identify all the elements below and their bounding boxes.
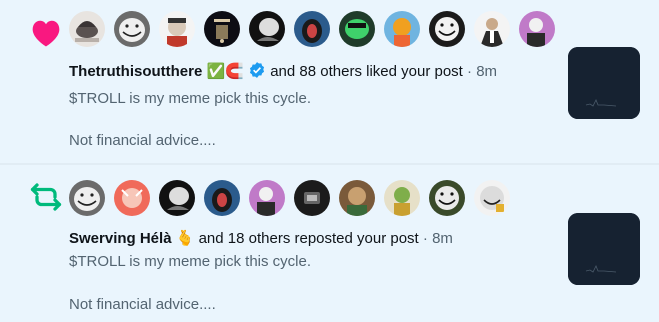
avatar[interactable]: [69, 180, 105, 216]
separator: ·: [422, 230, 428, 247]
avatar[interactable]: [429, 11, 465, 47]
post-text-line2: Not financial advice....: [69, 132, 216, 149]
avatar[interactable]: [294, 11, 330, 47]
action-text: and 88 others liked your post: [270, 63, 463, 80]
post-thumbnail[interactable]: [568, 47, 640, 119]
user-emoji: ✅🧲: [206, 63, 244, 81]
user-name[interactable]: Swerving Hélà: [69, 230, 172, 247]
avatar[interactable]: [249, 180, 285, 216]
avatar[interactable]: [69, 11, 105, 47]
avatar[interactable]: [429, 180, 465, 216]
action-text: and 18 others reposted your post: [198, 230, 419, 247]
post-text-line1: $TROLL is my meme pick this cycle.: [69, 253, 311, 270]
repost-notification[interactable]: Swerving Hélà 🫰 and 18 others reposted y…: [0, 165, 659, 322]
avatar[interactable]: [204, 11, 240, 47]
avatar[interactable]: [114, 180, 150, 216]
avatar[interactable]: [114, 11, 150, 47]
post-thumbnail[interactable]: [568, 213, 640, 285]
verified-badge-icon: [248, 60, 266, 84]
avatar[interactable]: [204, 180, 240, 216]
repost-summary: Swerving Hélà 🫰 and 18 others reposted y…: [69, 227, 453, 251]
post-text-line1: $TROLL is my meme pick this cycle.: [69, 90, 311, 107]
avatar[interactable]: [519, 11, 555, 47]
avatar[interactable]: [249, 11, 285, 47]
timestamp[interactable]: 8m: [432, 230, 453, 247]
avatar[interactable]: [159, 180, 195, 216]
avatar[interactable]: [294, 180, 330, 216]
user-name[interactable]: Thetruthisoutthere: [69, 63, 202, 80]
like-summary: Thetruthisoutthere ✅🧲 and 88 others like…: [69, 60, 497, 84]
separator: ·: [467, 63, 473, 80]
timestamp[interactable]: 8m: [476, 63, 497, 80]
user-emoji: 🫰: [175, 230, 195, 248]
avatar[interactable]: [384, 11, 420, 47]
avatar[interactable]: [339, 180, 375, 216]
post-text-line2: Not financial advice....: [69, 296, 216, 313]
avatar[interactable]: [474, 11, 510, 47]
avatar[interactable]: [474, 180, 510, 216]
avatar[interactable]: [159, 11, 195, 47]
repost-icon: [28, 179, 64, 215]
avatar[interactable]: [339, 11, 375, 47]
heart-icon: [28, 14, 64, 50]
like-notification[interactable]: Thetruthisoutthere ✅🧲 and 88 others like…: [0, 0, 659, 163]
avatar[interactable]: [384, 180, 420, 216]
